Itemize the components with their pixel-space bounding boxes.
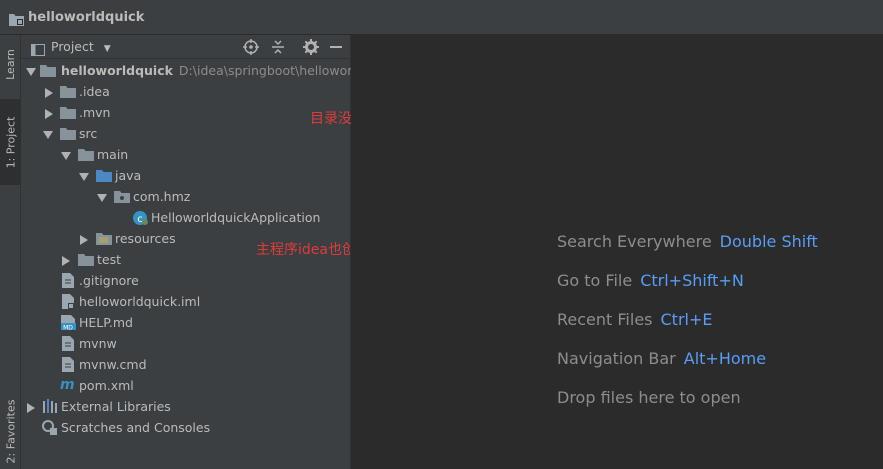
hint-drop-files: Drop files here to open	[557, 388, 741, 407]
left-tool-strip: Learn 1: Project 2: Favorites	[0, 35, 21, 469]
gear-icon[interactable]	[303, 39, 319, 59]
learn-tab[interactable]: Learn	[0, 35, 21, 93]
editor-area: Search Everywhere Double Shift Go to File…	[351, 35, 883, 469]
file-icon	[62, 273, 74, 291]
tree-item-label: resources	[115, 231, 176, 246]
hint-shortcut: Alt+Home	[683, 349, 767, 368]
hint-shortcut: Double Shift	[719, 232, 818, 251]
tree-item-label: HELP.md	[79, 315, 133, 330]
project-tab-label: 1: Project	[4, 116, 17, 168]
tree-item-label: java	[115, 168, 142, 183]
spring-class-icon: c	[132, 210, 148, 229]
tree-item-main[interactable]: main	[21, 144, 351, 165]
hint-go-to-file: Go to File Ctrl+Shift+N	[557, 271, 744, 290]
project-panel-header: Project ▼	[21, 35, 351, 59]
learn-tab-label: Learn	[4, 48, 17, 80]
tree-item-label: src	[79, 126, 98, 141]
tree-item-scratches[interactable]: Scratches and Consoles	[21, 417, 351, 438]
collapsed-arrow-icon	[44, 107, 54, 122]
collapsed-arrow-icon	[44, 86, 54, 101]
folder-icon	[78, 148, 94, 164]
tree-item-label: .gitignore	[79, 273, 139, 288]
svg-text:c: c	[137, 214, 143, 225]
tree-item-application[interactable]: c HelloworldquickApplication	[21, 207, 351, 228]
collapsed-arrow-icon	[26, 401, 36, 416]
tree-item-label: .idea	[79, 84, 110, 99]
tree-item-pom[interactable]: m pom.xml	[21, 375, 351, 396]
tree-item-external-libraries[interactable]: External Libraries	[21, 396, 351, 417]
package-icon	[114, 190, 130, 206]
library-icon	[42, 399, 58, 416]
folder-icon	[78, 253, 94, 269]
favorites-tab[interactable]: 2: Favorites	[0, 393, 21, 469]
root-path: D:\idea\springboot\helloworldq	[178, 63, 372, 78]
folder-icon	[60, 127, 76, 143]
collapsed-arrow-icon	[61, 254, 71, 269]
hint-label: Go to File	[557, 271, 633, 290]
tree-item-label: helloworldquick.iml	[79, 294, 201, 309]
hint-recent-files: Recent Files Ctrl+E	[557, 310, 712, 329]
collapsed-arrow-icon	[79, 233, 89, 248]
expand-arrow-icon	[26, 65, 36, 80]
markdown-file-icon: MD	[61, 315, 76, 333]
project-folder-icon	[9, 11, 24, 30]
root-name: helloworldquick	[61, 63, 173, 78]
hint-shortcut: Ctrl+E	[660, 310, 713, 329]
tree-item-label: External Libraries	[61, 399, 171, 414]
hint-shortcut: Ctrl+Shift+N	[640, 271, 744, 290]
resources-folder-icon	[96, 232, 112, 248]
title-bar: helloworldquick	[0, 0, 883, 35]
tree-item-iml[interactable]: helloworldquick.iml	[21, 291, 351, 312]
window-title: helloworldquick	[28, 10, 145, 25]
tree-item-label: pom.xml	[79, 378, 134, 393]
tree-item-label: test	[97, 252, 122, 267]
folder-icon	[60, 85, 76, 101]
favorites-tab-label: 2: Favorites	[4, 399, 18, 463]
hint-navigation-bar: Navigation Bar Alt+Home	[557, 349, 766, 368]
tree-item-mvn[interactable]: .mvn	[21, 102, 351, 123]
expand-arrow-icon	[43, 128, 53, 143]
collapse-all-icon[interactable]	[270, 39, 286, 59]
expand-arrow-icon	[79, 170, 89, 185]
folder-icon	[40, 64, 56, 80]
tree-item-mvnw-cmd[interactable]: mvnw.cmd	[21, 354, 351, 375]
project-view-selector[interactable]: Project ▼	[51, 39, 111, 54]
file-icon	[62, 336, 74, 354]
tree-item-help[interactable]: MD HELP.md	[21, 312, 351, 333]
module-file-icon	[62, 294, 74, 312]
tree-item-mvnw[interactable]: mvnw	[21, 333, 351, 354]
tree-item-label: Scratches and Consoles	[61, 420, 211, 435]
tree-item-src[interactable]: src	[21, 123, 351, 144]
tree-item-package[interactable]: com.hmz	[21, 186, 351, 207]
tree-item-label: main	[97, 147, 129, 162]
tree-item-label: mvnw.cmd	[79, 357, 147, 372]
tree-item-label: mvnw	[79, 336, 117, 351]
project-view-label: Project	[51, 39, 94, 54]
tree-item-java[interactable]: java	[21, 165, 351, 186]
maven-icon: m	[60, 377, 75, 393]
project-view-icon	[31, 41, 45, 60]
folder-icon	[60, 106, 76, 122]
scratches-icon	[42, 420, 58, 439]
tree-item-label: .mvn	[79, 105, 111, 120]
hint-label: Recent Files	[557, 310, 653, 329]
chevron-down-icon: ▼	[103, 44, 111, 54]
source-folder-icon	[96, 169, 112, 185]
tree-item-idea[interactable]: .idea	[21, 81, 351, 102]
expand-arrow-icon	[61, 149, 71, 164]
tree-item-label: com.hmz	[133, 189, 191, 204]
tree-root[interactable]: helloworldquick D:\idea\springboot\hellow…	[21, 60, 372, 81]
tree-item-label: HelloworldquickApplication	[151, 210, 321, 225]
hide-panel-icon[interactable]	[329, 39, 343, 59]
expand-arrow-icon	[97, 191, 107, 206]
svg-text:MD: MD	[63, 325, 73, 331]
tree-item-gitignore[interactable]: .gitignore	[21, 270, 351, 291]
project-panel: Project ▼ helloworldquick D:\idea\springb…	[21, 35, 398, 469]
hint-label: Search Everywhere	[557, 232, 712, 251]
hint-search-everywhere: Search Everywhere Double Shift	[557, 232, 818, 251]
file-icon	[62, 357, 74, 375]
hint-label: Navigation Bar	[557, 349, 676, 368]
project-tab[interactable]: 1: Project	[0, 99, 21, 185]
locate-icon[interactable]	[243, 39, 259, 59]
